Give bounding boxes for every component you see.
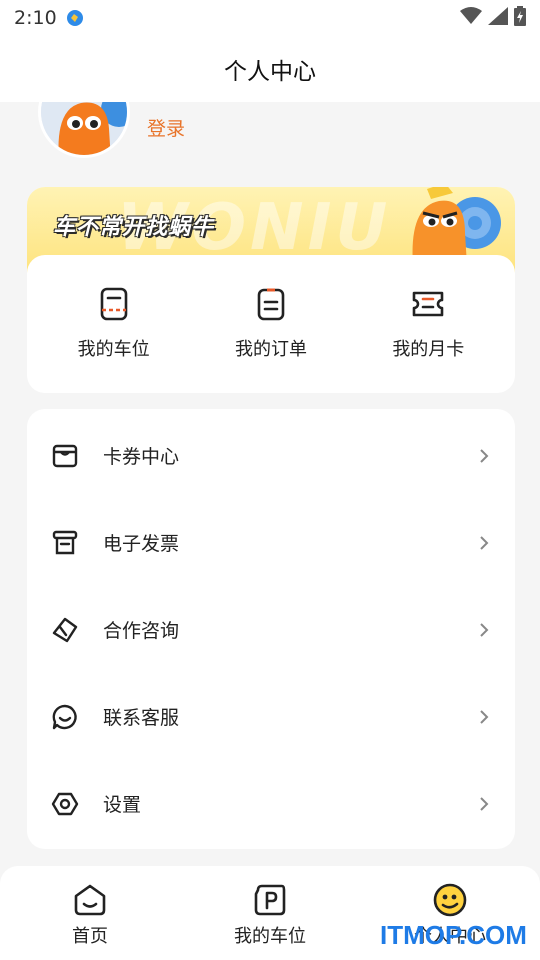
battery-icon — [514, 6, 526, 30]
quick-action-label: 我的月卡 — [392, 339, 465, 360]
title-bar: 个人中心 — [0, 36, 540, 102]
promo-slogan: 车不常开找蜗牛 — [53, 215, 215, 240]
chevron-right-icon — [480, 448, 489, 463]
monthly-ticket-icon — [413, 291, 444, 317]
quick-actions: 我的车位 我的订单 我的月卡 — [27, 255, 515, 393]
chevron-right-icon — [480, 796, 489, 811]
login-link[interactable]: 登录 — [147, 114, 185, 141]
quick-action-label: 我的订单 — [234, 339, 307, 360]
menu-item-invoice[interactable]: 电子发票 — [27, 499, 515, 586]
page-title: 个人中心 — [224, 59, 316, 85]
customer-service-icon — [52, 704, 77, 729]
menu-item-label: 联系客服 — [103, 707, 180, 729]
chevron-right-icon — [480, 622, 489, 637]
quick-action-my-orders[interactable]: 我的订单 — [206, 287, 336, 361]
handshake-icon — [52, 617, 78, 642]
wifi-icon — [460, 7, 482, 29]
status-bar: 2:10 — [0, 0, 540, 36]
notification-icon — [65, 8, 85, 28]
menu-item-settings[interactable]: 设置 — [27, 760, 515, 847]
parking-card-icon — [100, 287, 127, 321]
chevron-right-icon — [480, 535, 489, 550]
tab-home[interactable]: 首页 — [15, 882, 165, 948]
cell-signal-icon — [488, 7, 508, 29]
menu-item-label: 合作咨询 — [103, 620, 180, 642]
avatar[interactable] — [38, 102, 130, 158]
menu-item-label: 电子发票 — [103, 533, 180, 555]
menu-item-label: 卡券中心 — [103, 446, 180, 468]
quick-action-label: 我的车位 — [77, 339, 150, 360]
menu-list: 卡券中心 电子发票 合作咨询 联系客服 设置 — [27, 409, 515, 849]
chevron-right-icon — [480, 709, 489, 724]
status-time: 2:10 — [14, 7, 57, 29]
invoice-icon — [52, 530, 78, 554]
menu-item-coupons[interactable]: 卡券中心 — [27, 412, 515, 499]
quick-action-monthly-card[interactable]: 我的月卡 — [363, 287, 493, 361]
profile-content[interactable]: 登录 WONIU 车不常开找蜗牛 我的车位 我的订单 我的月卡 卡券中心 电子发… — [0, 102, 540, 866]
promo-card: WONIU 车不常开找蜗牛 我的车位 我的订单 我的月卡 — [27, 187, 515, 393]
menu-item-cooperation[interactable]: 合作咨询 — [27, 586, 515, 673]
order-list-icon — [257, 288, 285, 321]
coupon-icon — [52, 444, 78, 467]
site-watermark: ITMOP.COM — [380, 920, 527, 950]
snail-mascot-icon — [41, 102, 127, 155]
tab-my-parking[interactable]: 我的车位 — [195, 882, 345, 948]
tab-label: 我的车位 — [234, 926, 306, 947]
settings-icon — [51, 792, 79, 815]
parking-icon — [254, 884, 286, 916]
profile-smiley-icon — [433, 883, 467, 917]
menu-item-customer-service[interactable]: 联系客服 — [27, 673, 515, 760]
tab-label: 首页 — [72, 926, 108, 947]
menu-item-label: 设置 — [103, 794, 142, 816]
quick-action-my-parking[interactable]: 我的车位 — [49, 287, 179, 361]
home-icon — [74, 884, 106, 916]
status-icons — [460, 6, 526, 30]
